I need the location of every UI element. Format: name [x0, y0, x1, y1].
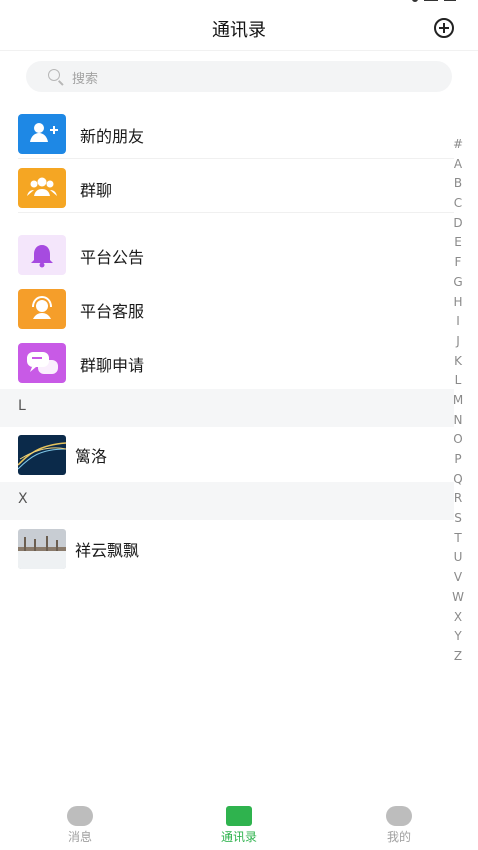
section-header-L: L	[0, 389, 454, 427]
index-letter[interactable]: X	[448, 608, 468, 628]
tab-profile[interactable]: 我的	[359, 806, 439, 845]
index-letter[interactable]: P	[448, 450, 468, 470]
bell-icon	[18, 235, 66, 275]
index-letter[interactable]: H	[448, 293, 468, 313]
platform-support-label: 平台客服	[80, 302, 145, 321]
index-letter[interactable]: G	[448, 273, 468, 293]
index-letter[interactable]: S	[448, 509, 468, 529]
index-letter[interactable]: Q	[448, 470, 468, 490]
add-contact-button[interactable]	[434, 18, 454, 38]
search-bar[interactable]: 搜索	[26, 61, 452, 92]
chat-bubbles-icon	[18, 343, 66, 383]
tab-messages[interactable]: 消息	[40, 806, 120, 845]
group-chat-item[interactable]: 群聊	[0, 164, 454, 218]
contacts-icon	[226, 806, 252, 826]
group-icon	[18, 168, 66, 208]
group-request-label: 群聊申请	[80, 356, 145, 375]
tab-contacts[interactable]: 通讯录	[199, 806, 279, 845]
index-letter[interactable]: D	[448, 214, 468, 234]
index-letter[interactable]: A	[448, 155, 468, 175]
add-user-icon	[18, 114, 66, 154]
index-letter[interactable]: E	[448, 233, 468, 253]
index-letter[interactable]: I	[448, 312, 468, 332]
search-icon	[48, 69, 60, 81]
header: 通讯录	[0, 6, 478, 51]
headset-icon	[18, 289, 66, 329]
contact-name: 篱洛	[75, 447, 108, 466]
index-letter[interactable]: U	[448, 548, 468, 568]
platform-support-item[interactable]: 平台客服	[0, 285, 454, 339]
index-letter[interactable]: J	[448, 332, 468, 352]
search-placeholder: 搜索	[72, 72, 99, 87]
signal-icon	[424, 0, 438, 1]
tab-bar: 消息 通讯录 我的	[0, 800, 478, 850]
new-friends-item[interactable]: 新的朋友	[0, 110, 454, 164]
divider	[18, 158, 454, 159]
avatar	[18, 435, 66, 475]
index-letter[interactable]: Y	[448, 627, 468, 647]
section-header-X: X	[0, 482, 454, 520]
index-letter[interactable]: Z	[448, 647, 468, 667]
new-friends-label: 新的朋友	[80, 127, 145, 146]
contact-item[interactable]: 祥云飘飘	[0, 525, 454, 579]
index-letter[interactable]: M	[448, 391, 468, 411]
platform-announcement-label: 平台公告	[80, 248, 145, 267]
message-icon	[67, 806, 93, 826]
battery-icon	[444, 0, 456, 1]
alphabet-index[interactable]: # A B C D E F G H I J K L M N O P Q R S T U V W X Y Z	[448, 135, 468, 667]
index-letter[interactable]: F	[448, 253, 468, 273]
contact-item[interactable]: 篱洛	[0, 431, 454, 485]
profile-icon	[386, 806, 412, 826]
location-icon	[412, 0, 418, 2]
index-letter[interactable]: C	[448, 194, 468, 214]
index-letter[interactable]: O	[448, 430, 468, 450]
contact-name: 祥云飘飘	[75, 541, 140, 560]
index-letter[interactable]: W	[448, 588, 468, 608]
index-letter[interactable]: V	[448, 568, 468, 588]
index-letter[interactable]: N	[448, 411, 468, 431]
divider	[18, 212, 454, 213]
page-title: 通讯录	[212, 20, 266, 41]
group-request-item[interactable]: 群聊申请	[0, 339, 454, 393]
index-letter[interactable]: #	[448, 135, 468, 155]
index-letter[interactable]: B	[448, 174, 468, 194]
avatar	[18, 529, 66, 569]
index-letter[interactable]: T	[448, 529, 468, 549]
index-letter[interactable]: R	[448, 489, 468, 509]
index-letter[interactable]: L	[448, 371, 468, 391]
platform-announcement-item[interactable]: 平台公告	[0, 231, 454, 285]
index-letter[interactable]: K	[448, 352, 468, 372]
group-chat-label: 群聊	[80, 181, 113, 200]
